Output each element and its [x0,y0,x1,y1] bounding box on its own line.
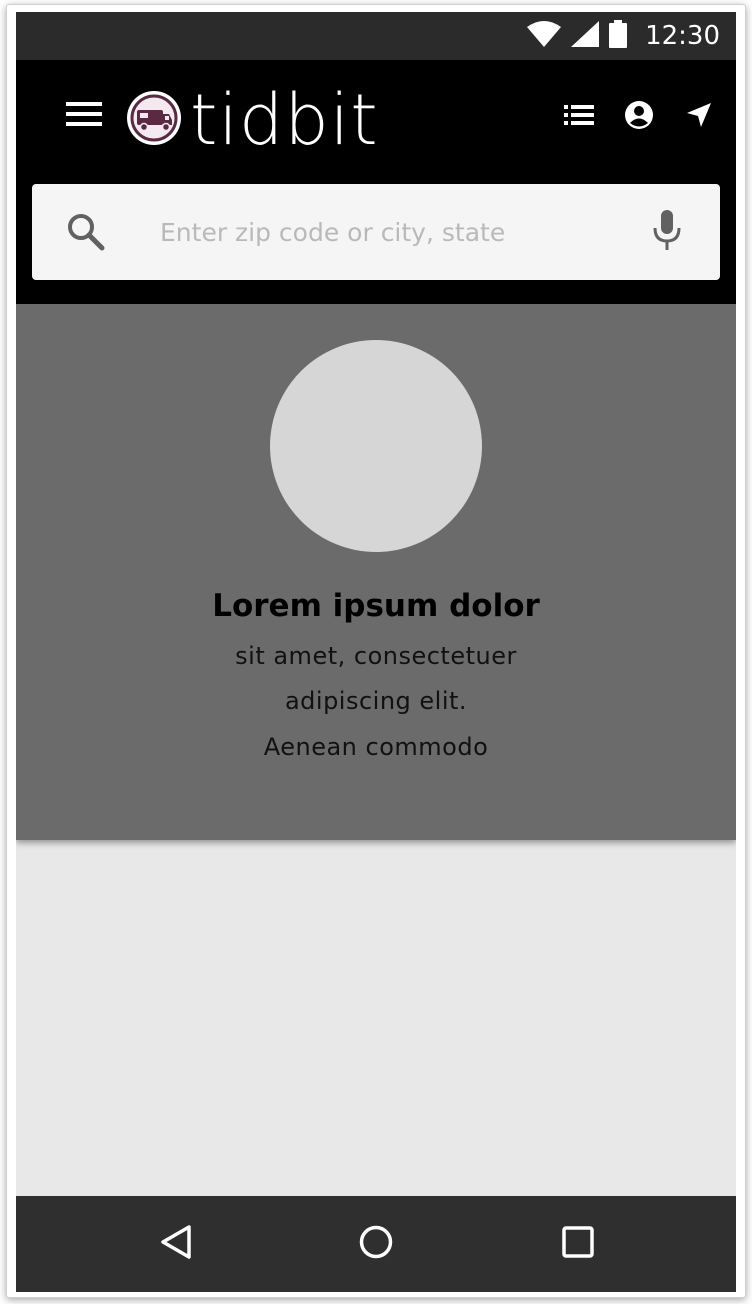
search-bar [32,184,720,280]
home-button[interactable] [356,1224,396,1264]
logo-text: tidbit [190,79,379,161]
app-bar-actions [562,100,716,134]
list-icon [564,103,594,131]
mic-icon[interactable] [652,210,682,256]
content-area [16,840,736,1196]
status-time: 12:30 [645,21,720,51]
hero-description-line: Aenean commodo [263,733,489,761]
back-icon [159,1224,193,1264]
home-icon [358,1224,394,1264]
hero-description-line: adipiscing elit. [284,687,468,715]
search-icon[interactable] [66,212,106,256]
app-bar: tidbit [16,60,736,304]
menu-icon [64,102,104,136]
navigation-icon [685,101,713,133]
phone-screen: 12:30 tidbit Enter zip code or city, sta… [16,12,736,1292]
back-button[interactable] [156,1224,196,1264]
account-icon [624,100,654,134]
location-button[interactable] [682,100,716,134]
menu-button[interactable] [64,96,104,132]
recents-icon [561,1225,595,1263]
app-logo: tidbit [126,80,379,160]
battery-icon [609,20,628,52]
recents-button[interactable] [558,1224,598,1264]
system-nav-bar [16,1196,736,1292]
list-view-button[interactable] [562,100,596,134]
food-truck-logo-icon [126,90,182,150]
search-input[interactable] [158,206,622,258]
avatar [270,340,482,552]
hero-title: Lorem ipsum dolor [212,588,540,624]
status-bar: 12:30 [16,12,736,60]
cellular-signal-icon [571,21,600,51]
wifi-icon [527,21,562,51]
account-button[interactable] [622,100,656,134]
status-icons: 12:30 [527,12,720,60]
hero-description-line: sit amet, consectetuer [235,642,517,670]
hero-card: Lorem ipsum dolor sit amet, consectetuer… [16,304,736,840]
